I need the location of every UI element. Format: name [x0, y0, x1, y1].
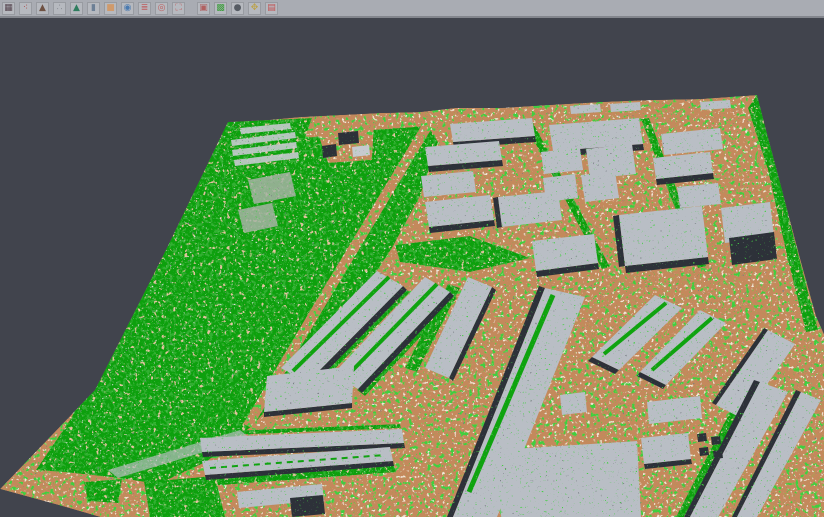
toolbar: ▦ ⁖ ▲ ∴ ▲ ▮ ■ ◉ ≣ ◎ ⛶ ▣ ▩ ● ✥ ▤ [0, 0, 824, 18]
application-window: ▦ ⁖ ▲ ∴ ▲ ▮ ■ ◉ ≣ ◎ ⛶ ▣ ▩ ● ✥ ▤ [0, 0, 824, 517]
ortho-view-icon[interactable]: ■ [104, 2, 117, 15]
measure-icon[interactable]: ✥ [248, 2, 261, 15]
dem-green-icon[interactable]: ▲ [70, 2, 83, 15]
globe-icon[interactable]: ◉ [121, 2, 134, 15]
point-cloud-icon[interactable]: ⁖ [19, 2, 32, 15]
open-project-icon[interactable]: ▦ [2, 2, 15, 15]
delete-points-icon[interactable]: ▤ [265, 2, 278, 15]
profile-tool-icon[interactable]: ▮ [87, 2, 100, 15]
noise-overlay [0, 95, 824, 517]
fit-view-icon[interactable]: ⛶ [172, 2, 185, 15]
sphere-render-icon[interactable]: ● [231, 2, 244, 15]
dem-brown-icon[interactable]: ▲ [36, 2, 49, 15]
noise-overlay-region [0, 95, 824, 517]
clipping-box-icon[interactable]: ▣ [197, 2, 210, 15]
3d-viewport[interactable] [0, 0, 824, 517]
histogram-icon[interactable]: ≣ [138, 2, 151, 15]
sparse-points-icon[interactable]: ∴ [53, 2, 66, 15]
classification-icon[interactable]: ▩ [214, 2, 227, 15]
target-icon[interactable]: ◎ [155, 2, 168, 15]
